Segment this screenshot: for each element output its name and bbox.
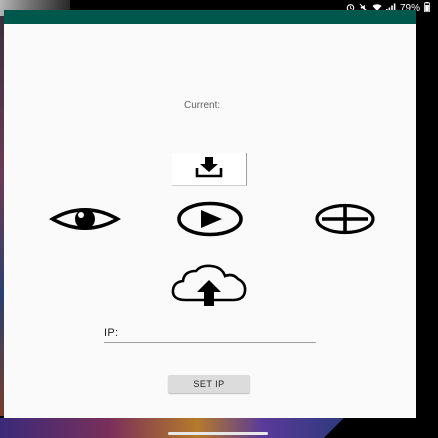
- screen: 79% Current: IP: SET IP: [0, 0, 438, 438]
- cloud-upload-icon: [170, 264, 248, 313]
- app-header: [4, 10, 416, 24]
- ip-input[interactable]: [126, 326, 314, 341]
- download-icon: [195, 156, 223, 183]
- play-button[interactable]: [174, 201, 246, 242]
- view-button[interactable]: [44, 206, 126, 236]
- current-label: Current:: [184, 100, 221, 111]
- download-button[interactable]: [172, 153, 247, 186]
- battery-icon: [424, 2, 430, 14]
- ip-field-row: IP:: [104, 326, 316, 343]
- ip-label: IP:: [104, 327, 119, 339]
- play-circle-icon: [176, 201, 244, 242]
- add-button[interactable]: [312, 203, 378, 239]
- upload-button[interactable]: [168, 264, 250, 313]
- plus-circle-icon: [314, 203, 376, 240]
- home-indicator[interactable]: [168, 432, 268, 435]
- app-window: Current: IP: SET IP: [4, 10, 416, 418]
- eye-icon: [47, 205, 123, 238]
- set-ip-button[interactable]: SET IP: [168, 375, 250, 393]
